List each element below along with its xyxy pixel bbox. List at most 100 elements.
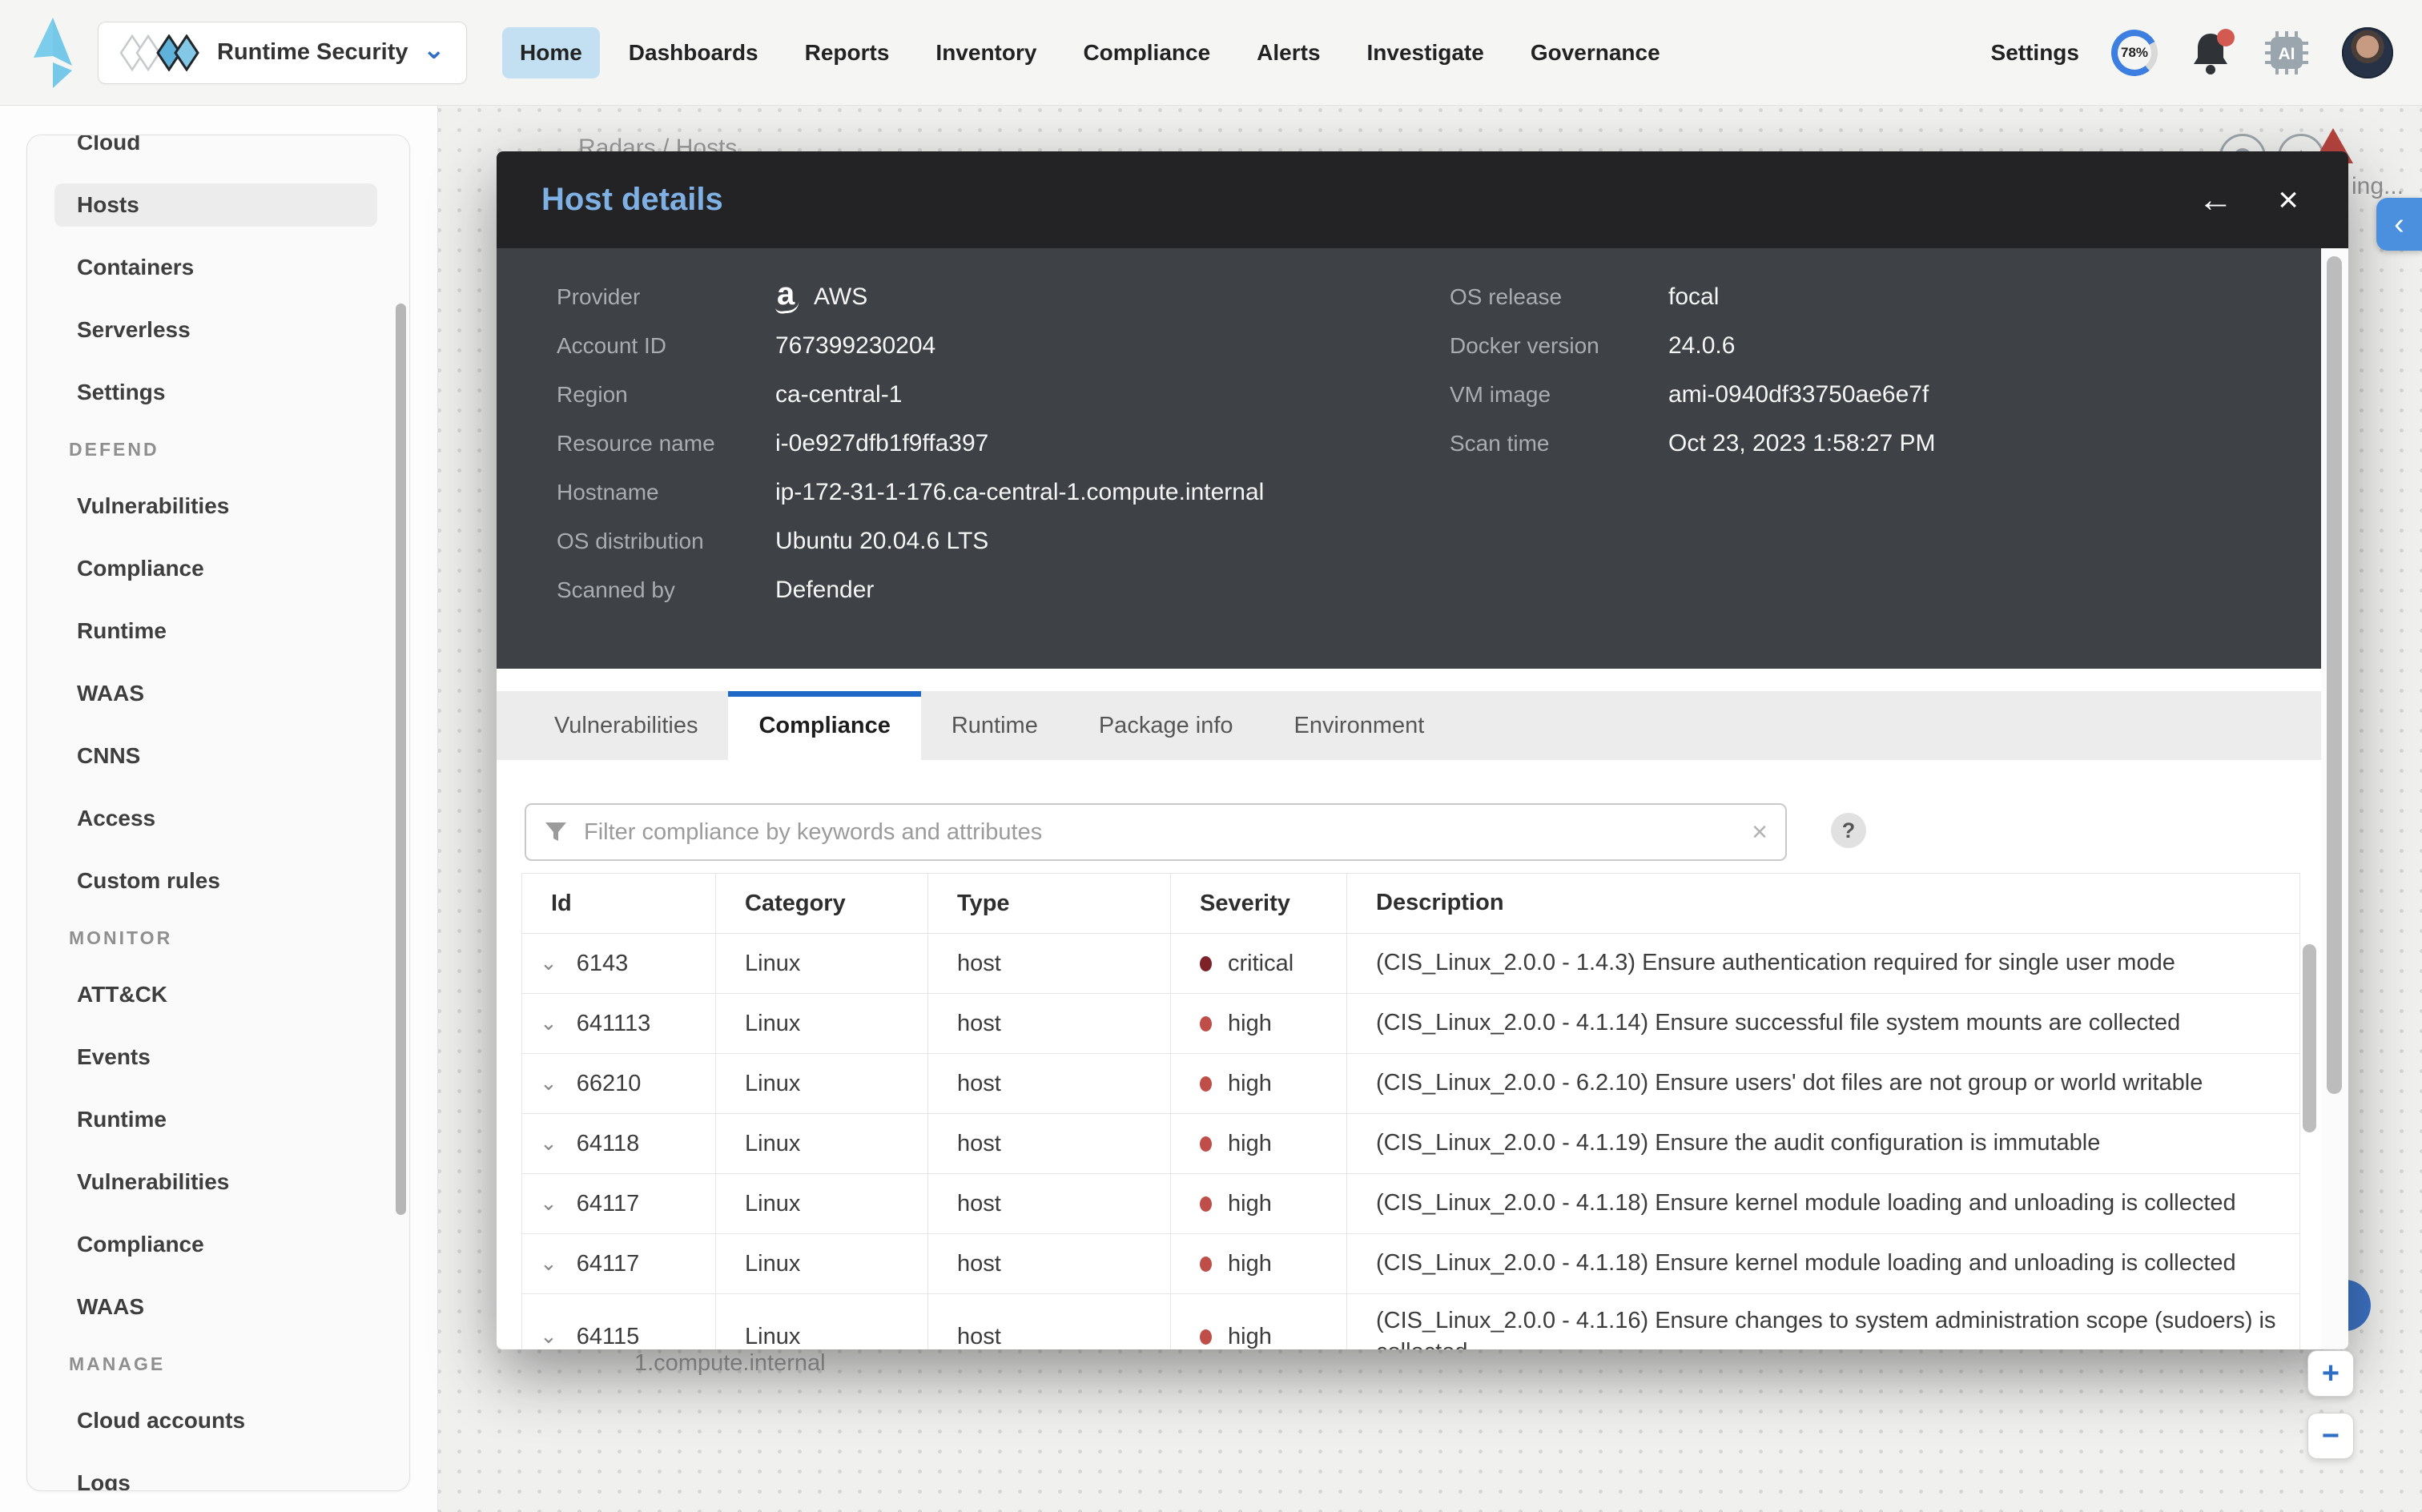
credits-progress-ring[interactable]: 78% <box>2111 30 2158 76</box>
column-header-severity[interactable]: Severity <box>1171 874 1347 933</box>
field-row: Region a ca-central-1 <box>557 370 1264 419</box>
row-expand-chevron-icon[interactable]: ⌄ <box>540 1077 557 1090</box>
zoom-in-button[interactable]: + <box>2307 1350 2354 1397</box>
row-expand-chevron-icon[interactable]: ⌄ <box>540 1257 557 1270</box>
sidebar-scrollbar[interactable] <box>396 304 406 1215</box>
nav-item[interactable]: Governance <box>1513 27 1678 78</box>
product-switcher[interactable]: Runtime Security ⌄ <box>98 22 467 84</box>
modal-tab[interactable]: Compliance <box>728 691 920 760</box>
nav-item[interactable]: Compliance <box>1065 27 1228 78</box>
column-header-type[interactable]: Type <box>928 874 1171 933</box>
table-row[interactable]: ⌄ 64115 Linux host high (CIS_Linux_2.0.0… <box>522 1294 2299 1349</box>
table-row[interactable]: ⌄ 64117 Linux host high (CIS_Linux_2.0.0… <box>522 1174 2299 1234</box>
nav-item[interactable]: Alerts <box>1239 27 1338 78</box>
user-avatar[interactable] <box>2342 27 2393 78</box>
table-row[interactable]: ⌄ 66210 Linux host high (CIS_Linux_2.0.0… <box>522 1054 2299 1114</box>
description-cell: (CIS_Linux_2.0.0 - 4.1.16) Ensure change… <box>1347 1294 2299 1349</box>
sidebar-item[interactable]: MONITOR <box>27 912 409 963</box>
sidebar-item[interactable]: Cloud <box>27 135 409 174</box>
field-label: Hostname <box>557 480 775 505</box>
chevron-left-icon: ‹ <box>2394 207 2404 242</box>
sidebar-item[interactable]: Cloud accounts <box>27 1389 409 1452</box>
field-row: Scanned by a Defender <box>557 565 1264 614</box>
description-cell: (CIS_Linux_2.0.0 - 4.1.18) Ensure kernel… <box>1347 1174 2299 1233</box>
sidebar-item[interactable]: Runtime <box>27 1088 409 1151</box>
nav-item[interactable]: Investigate <box>1350 27 1502 78</box>
product-switcher-label: Runtime Security <box>217 39 408 66</box>
modules-diamonds-icon <box>119 34 203 71</box>
sidebar-item[interactable]: Containers <box>27 236 409 299</box>
sidebar-item[interactable]: Vulnerabilities <box>27 1151 409 1213</box>
sidebar-item[interactable]: CNNS <box>27 725 409 787</box>
clear-filter-icon[interactable]: × <box>1752 817 1768 848</box>
description-cell: (CIS_Linux_2.0.0 - 6.2.10) Ensure users'… <box>1347 1054 2299 1113</box>
sidebar-item[interactable]: Serverless <box>27 299 409 361</box>
severity-dot-icon <box>1200 1257 1212 1272</box>
modal-tab[interactable]: Vulnerabilities <box>524 691 728 760</box>
row-expand-chevron-icon[interactable]: ⌄ <box>540 1330 557 1343</box>
topbar-right-cluster: Settings 78% AI <box>1991 27 2393 78</box>
close-icon[interactable]: × <box>2278 183 2299 218</box>
description-cell: (CIS_Linux_2.0.0 - 4.1.14) Ensure succes… <box>1347 994 2299 1053</box>
filter-help-button[interactable]: ? <box>1831 813 1866 848</box>
row-expand-chevron-icon[interactable]: ⌄ <box>540 1137 557 1150</box>
field-label: Scanned by <box>557 577 775 603</box>
notifications-bell-icon[interactable] <box>2190 30 2231 75</box>
modal-tab[interactable]: Package info <box>1068 691 1264 760</box>
back-arrow-icon[interactable]: ← <box>2198 183 2233 218</box>
column-header-description[interactable]: Description <box>1347 874 2299 933</box>
sidebar-item[interactable]: Access <box>27 787 409 850</box>
sidebar-item[interactable]: WAAS <box>27 1276 409 1338</box>
field-value: a i-0e927dfb1f9ffa397 <box>775 430 988 457</box>
row-expand-chevron-icon[interactable]: ⌄ <box>540 957 557 970</box>
sidebar-item[interactable]: Settings <box>27 361 409 424</box>
field-row: Account ID a 767399230204 <box>557 321 1264 370</box>
table-scrollbar[interactable] <box>2303 944 2316 1132</box>
modal-tab[interactable]: Environment <box>1264 691 1455 760</box>
collapse-panel-button[interactable]: ‹ <box>2376 198 2422 251</box>
sidebar-menu: Cloud Hosts Containers Serverless <box>26 135 410 1491</box>
sidebar-item[interactable]: Logs <box>27 1452 409 1491</box>
notification-badge <box>2217 29 2235 46</box>
sidebar-item[interactable]: ATT&CK <box>27 963 409 1026</box>
sidebar-item[interactable]: Compliance <box>27 537 409 600</box>
nav-item[interactable]: Inventory <box>918 27 1054 78</box>
row-expand-chevron-icon[interactable]: ⌄ <box>540 1197 557 1210</box>
sidebar-item[interactable]: Compliance <box>27 1213 409 1276</box>
field-row: OS release focal <box>1450 272 1936 321</box>
sidebar-item[interactable]: DEFEND <box>27 424 409 475</box>
category-cell: Linux <box>716 1054 928 1113</box>
compliance-filter-input[interactable] <box>582 818 1742 846</box>
settings-link[interactable]: Settings <box>1991 40 2079 66</box>
table-row[interactable]: ⌄ 6143 Linux host critical (CIS_Linux_2.… <box>522 934 2299 994</box>
field-value: a ca-central-1 <box>775 381 902 408</box>
description-cell: (CIS_Linux_2.0.0 - 4.1.19) Ensure the au… <box>1347 1114 2299 1173</box>
column-header-category[interactable]: Category <box>716 874 928 933</box>
ai-assistant-icon[interactable]: AI <box>2263 30 2310 76</box>
column-header-id[interactable]: Id <box>522 874 716 933</box>
table-row[interactable]: ⌄ 64118 Linux host high (CIS_Linux_2.0.0… <box>522 1114 2299 1174</box>
severity-dot-icon <box>1200 1076 1212 1092</box>
table-row[interactable]: ⌄ 64117 Linux host high (CIS_Linux_2.0.0… <box>522 1234 2299 1294</box>
nav-item[interactable]: Dashboards <box>611 27 776 78</box>
host-fields-left: Provider a AWS Account ID a <box>557 272 1264 614</box>
sidebar-item[interactable]: Custom rules <box>27 850 409 912</box>
nav-item[interactable]: Home <box>502 27 600 78</box>
sidebar-item[interactable]: WAAS <box>27 662 409 725</box>
modal-scrollbar-thumb[interactable] <box>2327 256 2342 1094</box>
description-cell: (CIS_Linux_2.0.0 - 1.4.3) Ensure authent… <box>1347 934 2299 993</box>
table-row[interactable]: ⌄ 641113 Linux host high (CIS_Linux_2.0.… <box>522 994 2299 1054</box>
modal-tab[interactable]: Runtime <box>921 691 1068 760</box>
nav-item[interactable]: Reports <box>787 27 907 78</box>
severity-cell: high <box>1171 1054 1347 1113</box>
zoom-out-button[interactable]: − <box>2307 1413 2354 1459</box>
severity-cell: critical <box>1171 934 1347 993</box>
sidebar-item[interactable]: Runtime <box>27 600 409 662</box>
modal-scrollbar-track[interactable] <box>2321 248 2348 1349</box>
sidebar-item[interactable]: MANAGE <box>27 1338 409 1389</box>
field-label: Docker version <box>1450 333 1668 359</box>
row-expand-chevron-icon[interactable]: ⌄ <box>540 1017 557 1030</box>
sidebar-item[interactable]: Hosts <box>27 174 409 236</box>
sidebar-item[interactable]: Events <box>27 1026 409 1088</box>
sidebar-item[interactable]: Vulnerabilities <box>27 475 409 537</box>
